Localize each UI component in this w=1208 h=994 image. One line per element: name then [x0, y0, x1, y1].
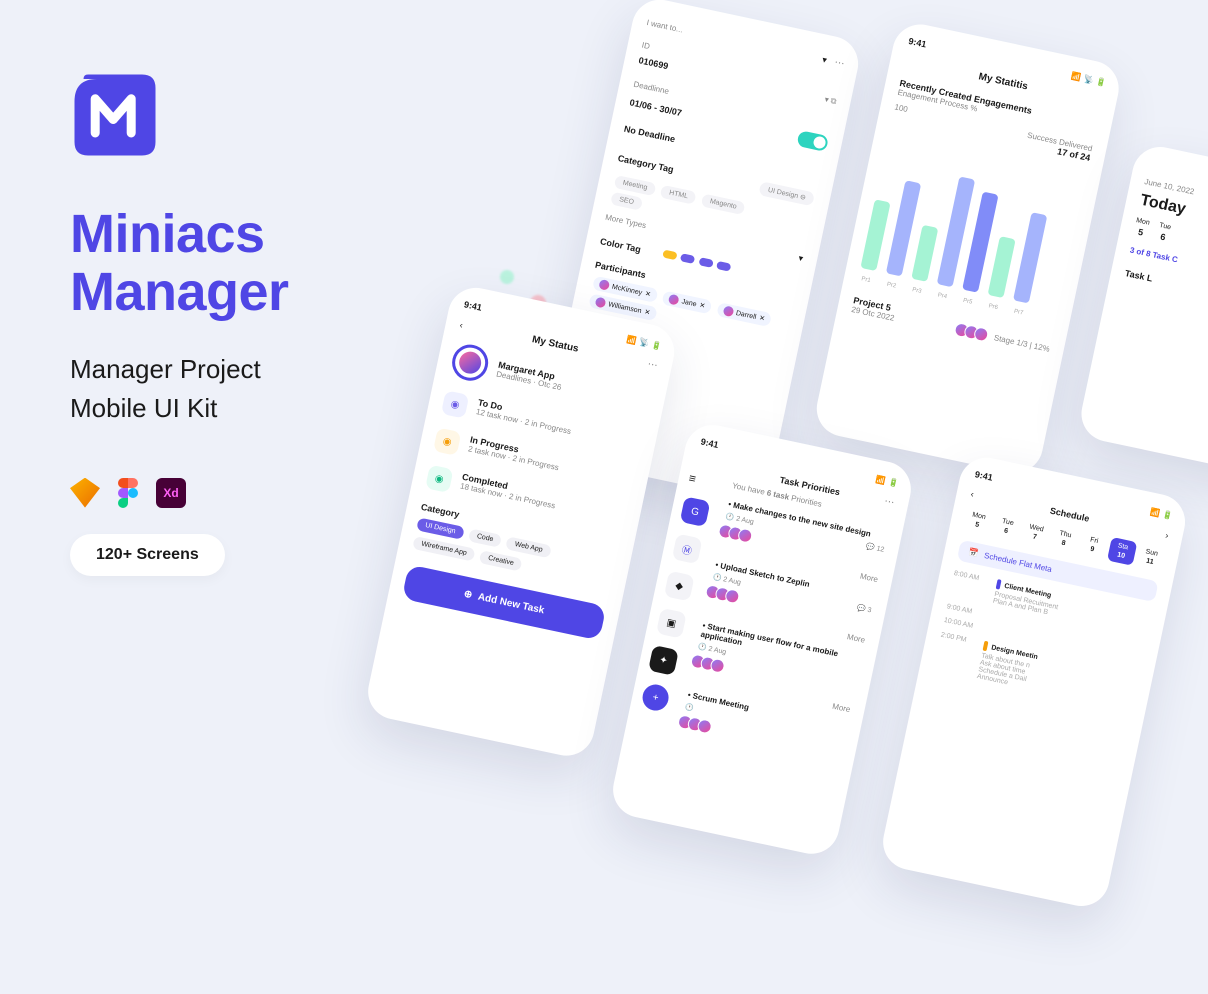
- phone-schedule: 9:41 📶🔋 ‹ Schedule › Mon5Tue6Wed7Thu8Fri9St…: [878, 453, 1190, 912]
- signal-icons: 📶🔋: [875, 474, 899, 488]
- category-chip[interactable]: Code: [468, 528, 503, 548]
- sketch-icon: [70, 478, 100, 508]
- screens-badge: 120+ Screens: [70, 534, 225, 576]
- more-types-label[interactable]: More Types: [604, 213, 647, 230]
- color-swatch[interactable]: [662, 249, 677, 260]
- status-time: 9:41: [908, 36, 928, 50]
- status-time: 9:41: [700, 436, 720, 450]
- y-axis-label: 100: [894, 102, 909, 114]
- category-chip[interactable]: Creative: [479, 550, 523, 571]
- logo-icon: [70, 70, 160, 160]
- day-pill[interactable]: Thu8: [1049, 525, 1079, 554]
- category-tag-label: Category Tag: [617, 153, 675, 175]
- category-chip[interactable]: Web App: [506, 536, 552, 558]
- menu-icon[interactable]: ≡: [688, 471, 716, 490]
- nav-icon[interactable]: Ⓜ: [672, 533, 703, 564]
- hero-title: Miniacs Manager: [70, 205, 490, 322]
- color-swatch[interactable]: [698, 257, 713, 268]
- category-chip[interactable]: Wireframe App: [412, 536, 476, 562]
- day-cell[interactable]: Mon5: [1133, 217, 1150, 238]
- nav-icon[interactable]: G: [680, 496, 711, 527]
- xd-icon: Xd: [156, 478, 186, 508]
- avatar-stack: [957, 323, 989, 343]
- no-deadline-label: No Deadline: [623, 124, 676, 145]
- add-icon[interactable]: +: [640, 682, 671, 713]
- phone-priorities: 9:41📶🔋 Task Priorities⋯ You have 6 task …: [608, 420, 916, 859]
- task-list-label: Task L: [1124, 268, 1208, 320]
- tag-pill[interactable]: SEO: [610, 192, 643, 211]
- chart-bar: [1013, 212, 1047, 303]
- figma-icon: [118, 478, 138, 508]
- chevron-down-icon[interactable]: ▾: [821, 54, 828, 66]
- day-pill[interactable]: Sta10: [1107, 537, 1137, 566]
- day-pill[interactable]: Mon5: [963, 506, 993, 535]
- back-icon[interactable]: ‹: [459, 319, 464, 329]
- page-title: My Status: [531, 334, 579, 355]
- nav-icon[interactable]: ▣: [656, 608, 687, 639]
- day-pill[interactable]: Tue6: [992, 512, 1022, 541]
- chart-bar: [860, 199, 890, 271]
- day-pill[interactable]: Wed7: [1021, 519, 1051, 548]
- project-meta: Stage 1/3 | 12%: [993, 333, 1050, 354]
- chevron-down-icon[interactable]: ▾: [797, 253, 804, 265]
- signal-icons: 📶🔋: [1149, 507, 1173, 521]
- page-title: Schedule: [1049, 506, 1090, 524]
- deadline-value: 01/06 - 30/07: [629, 97, 683, 118]
- category-chip[interactable]: UI Design: [416, 517, 464, 539]
- id-value: 010699: [638, 55, 669, 71]
- chart-bar: [911, 225, 938, 282]
- chart-bar: [988, 236, 1016, 298]
- signal-icons: 📶📡🔋: [1070, 71, 1107, 87]
- status-time: 9:41: [463, 299, 483, 313]
- id-label: ID: [641, 41, 651, 51]
- more-icon[interactable]: ⋯: [833, 57, 845, 70]
- progress-ring: [449, 341, 492, 384]
- day-pill[interactable]: Fri9: [1078, 531, 1108, 560]
- more-icon[interactable]: ⋯: [647, 359, 659, 372]
- back-icon[interactable]: ‹: [970, 489, 975, 499]
- signal-icons: 📶📡🔋: [626, 334, 663, 350]
- toggle-switch[interactable]: [796, 130, 829, 152]
- tag-pill[interactable]: UI Design ⊖: [759, 181, 815, 206]
- color-swatch[interactable]: [716, 261, 731, 272]
- day-pill[interactable]: Sun11: [1136, 543, 1166, 572]
- day-cell[interactable]: Tue6: [1156, 222, 1172, 243]
- nav-icon[interactable]: ◆: [664, 571, 695, 602]
- copy-icon[interactable]: ▾ ⧉: [824, 95, 838, 107]
- category-label: Category: [420, 502, 460, 520]
- phone-statistics: 9:41📶📡🔋 My Statitis Recently Created Eng…: [812, 19, 1124, 478]
- forward-icon[interactable]: ›: [1164, 530, 1169, 540]
- color-tag-label: Color Tag: [599, 236, 642, 254]
- more-icon[interactable]: ⋯: [883, 496, 895, 509]
- deadline-label: Deadlinne: [633, 80, 670, 96]
- status-time: 9:41: [974, 469, 994, 483]
- want-label: I want to...: [646, 18, 684, 34]
- nav-icon[interactable]: ✦: [648, 645, 679, 676]
- color-swatch[interactable]: [680, 253, 695, 264]
